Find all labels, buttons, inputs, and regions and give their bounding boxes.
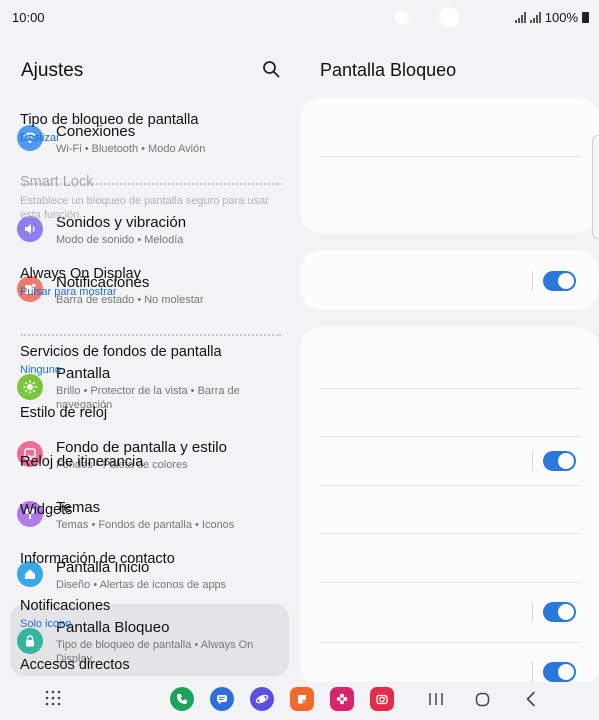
signal-icon — [529, 12, 541, 23]
row-always-on-display[interactable]: Always On Display Pulsar para mostrar — [20, 266, 225, 298]
lock-options-card — [300, 327, 599, 687]
battery-percent: 100% — [544, 10, 578, 25]
separator — [532, 602, 533, 622]
item-subtitle: Temas • Fondos de pantalla • Iconos — [56, 519, 235, 531]
separator — [532, 271, 533, 291]
status-bar: 10:00 100% — [0, 0, 599, 34]
item-subtitle: Wi-Fi • Bluetooth • Modo Avión — [56, 143, 206, 155]
status-time: 10:00 — [12, 10, 45, 25]
edge-panel-handle[interactable] — [592, 135, 599, 239]
row-subtitle: Ninguno — [20, 364, 61, 376]
row-clock-style[interactable]: Estilo de reloj — [20, 405, 281, 421]
row-shortcuts[interactable]: Accesos directos — [20, 657, 225, 673]
battery-icon — [582, 12, 589, 23]
apps-grid-icon[interactable] — [45, 690, 61, 706]
item-subtitle: Diseño • Alertas de iconos de apps — [56, 579, 227, 591]
row-title: Reloj de itinerancia — [20, 454, 144, 470]
camera-cutout — [395, 10, 409, 24]
item-subtitle: Modo de sonido • Melodía — [56, 234, 184, 246]
separator — [532, 662, 533, 682]
lock-type-card — [300, 97, 599, 233]
row-title: Always On Display — [20, 266, 141, 282]
row-wallpaper-services[interactable]: Servicios de fondos de pantalla Ninguno — [20, 344, 281, 376]
row-smart-lock: Smart Lock Establece un bloqueo de panta… — [20, 174, 281, 222]
home-button-icon[interactable] — [475, 692, 490, 707]
divider — [21, 334, 281, 336]
internet-app-icon[interactable] — [250, 687, 274, 711]
row-lock-type[interactable]: Tipo de bloqueo de pantalla Deslizar — [20, 112, 281, 144]
row-title: Información de contacto — [20, 551, 175, 567]
notifications-toggle[interactable] — [543, 602, 576, 622]
signal-icon — [514, 12, 526, 23]
divider — [320, 436, 581, 437]
gallery-app-icon[interactable] — [330, 687, 354, 711]
status-indicators: 100% — [514, 10, 589, 25]
back-icon[interactable] — [525, 691, 537, 707]
shortcuts-toggle[interactable] — [543, 662, 576, 682]
roaming-clock-toggle[interactable] — [543, 451, 576, 471]
phone-app-icon[interactable] — [170, 687, 194, 711]
row-notifications[interactable]: Notificaciones Solo icono — [20, 598, 225, 630]
row-widgets[interactable]: Widgets — [20, 502, 281, 518]
row-contact-info[interactable]: Información de contacto — [20, 551, 281, 567]
sun-icon — [17, 374, 43, 400]
page-title: Ajustes — [21, 60, 84, 81]
messages-app-icon[interactable] — [210, 687, 234, 711]
divider — [320, 485, 581, 486]
row-subtitle: Deslizar — [20, 132, 60, 144]
divider — [320, 582, 581, 583]
row-title: Estilo de reloj — [20, 405, 108, 421]
camera-app-icon[interactable] — [370, 687, 394, 711]
notes-app-icon[interactable] — [290, 687, 314, 711]
row-title: Tipo de bloqueo de pantalla — [20, 112, 199, 128]
divider — [320, 533, 581, 534]
row-title: Smart Lock — [20, 174, 94, 190]
row-subtitle: Establece un bloqueo de pantalla seguro … — [20, 195, 269, 221]
row-title: Widgets — [20, 502, 73, 518]
row-title: Accesos directos — [20, 657, 130, 673]
divider — [320, 642, 581, 643]
row-subtitle: Pulsar para mostrar — [20, 286, 117, 298]
separator — [532, 451, 533, 471]
lock-icon — [17, 628, 43, 654]
row-roaming-clock[interactable]: Reloj de itinerancia — [20, 454, 225, 470]
row-subtitle: Solo icono — [20, 618, 72, 630]
recent-apps-icon[interactable] — [428, 692, 444, 706]
divider — [320, 388, 581, 389]
taskbar — [0, 682, 599, 720]
camera-cutout — [439, 7, 459, 27]
search-icon[interactable] — [262, 60, 280, 78]
detail-title: Pantalla Bloqueo — [320, 60, 457, 80]
row-title: Notificaciones — [20, 598, 111, 614]
divider — [320, 156, 581, 157]
row-title: Servicios de fondos de pantalla — [20, 344, 222, 360]
aod-toggle[interactable] — [543, 271, 576, 291]
